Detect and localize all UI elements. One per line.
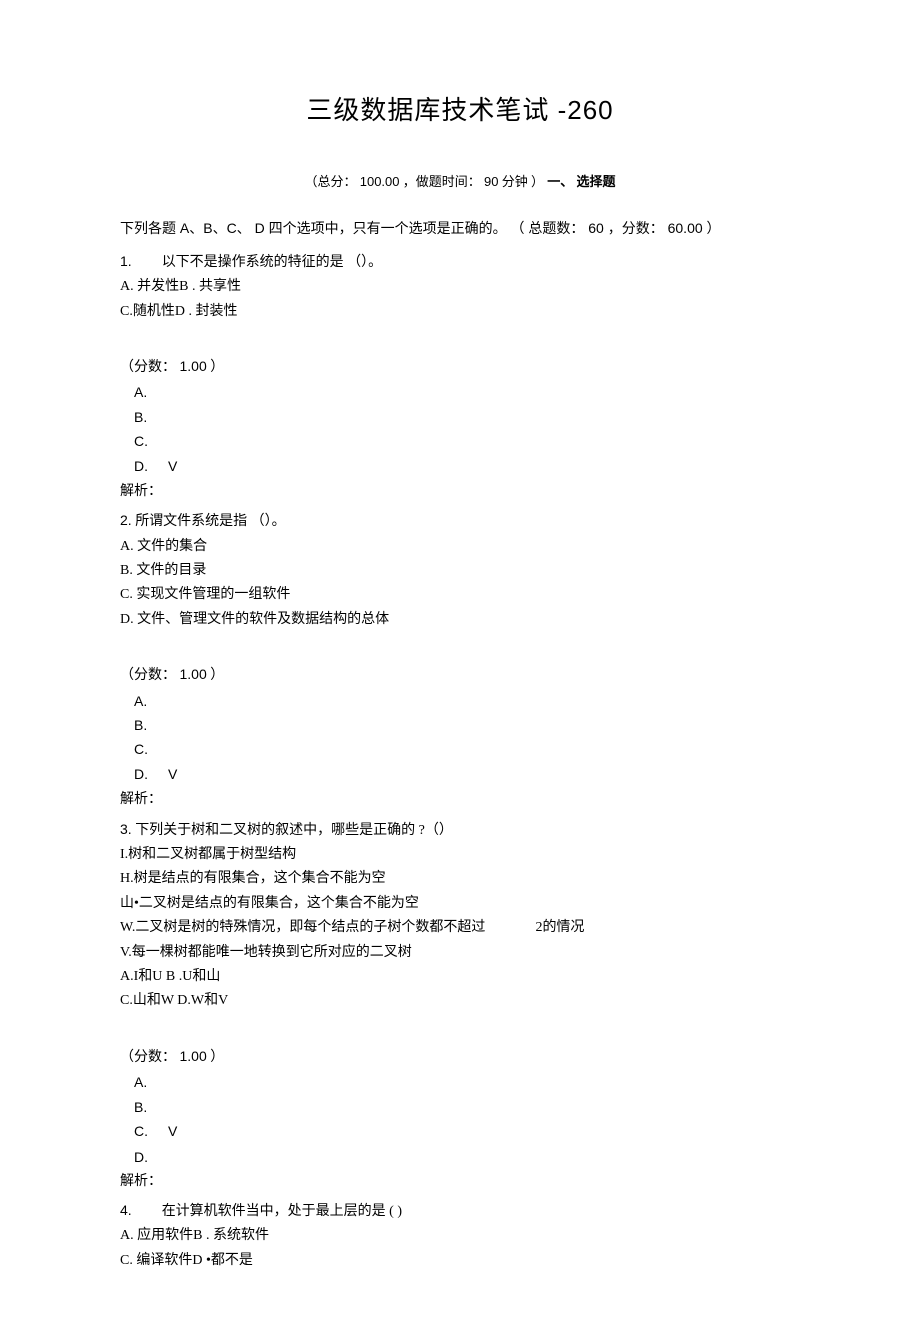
q4-opt-ab: A. 应用软件B . 系统软件 [120,1225,800,1247]
instruction-count: 60 [588,220,604,236]
score-label: （分数： [120,668,176,683]
q2-opt-d: D. 文件、管理文件的软件及数据结构的总体 [120,609,800,631]
score-value: 1.00 [180,358,207,374]
q4-num: 4. [120,1202,132,1218]
score-close: ） [210,360,224,375]
q2-ans-a: A. [120,690,800,712]
q3-stem: 下列关于树和二叉树的叙述中，哪些是正确的 ?（） [135,823,453,838]
q2-ans-c: C. [120,738,800,760]
q3-analysis: 解析： [120,1171,800,1193]
instruction-close: ） [707,220,721,236]
title-suffix: -260 [558,95,614,125]
q1-stem: 以下不是操作系统的特征的是 （）。 [162,255,383,270]
q3-s5: V.每一棵树都能唯一地转换到它所对应的二叉树 [120,942,800,964]
q2-opt-c: C. 实现文件管理的一组软件 [120,584,800,606]
exam-meta: （总分： 100.00 ，做题时间： 90 分钟 ） 一、 选择题 [120,172,800,193]
instruction-count-label: （ 总题数： [510,220,584,236]
q3-ans-a: A. [120,1071,800,1093]
q1-check: V [168,458,177,474]
q2-num: 2. [120,512,132,528]
meta-mid2: 分钟 ） [502,174,544,189]
q1-num: 1. [120,253,132,269]
q1-ans-c: C. [120,430,800,452]
meta-mid1: ，做题时间： [403,174,481,189]
meta-total: 100.00 [360,174,400,189]
q1-analysis: 解析： [120,481,800,503]
score-value: 1.00 [180,666,207,682]
section-instruction: 下列各题 A、B、C、 D 四个选项中，只有一个选项是正确的。 （ 总题数： 6… [120,217,800,239]
q3-num: 3. [120,821,132,837]
q3-s3: 山•二叉树是结点的有限集合，这个集合不能为空 [120,893,800,915]
question-3: 3. 下列关于树和二叉树的叙述中，哪些是正确的 ?（） I.树和二叉树都属于树型… [120,818,800,1193]
instruction-score: 60.00 [668,220,703,236]
q3-opt-cd: C.山和W D.W和V [120,990,800,1012]
q1-stem-line: 1. 以下不是操作系统的特征的是 （）。 [120,250,800,274]
score-value: 1.00 [180,1048,207,1064]
q3-s1: I.树和二叉树都属于树型结构 [120,844,800,866]
exam-page: 三级数据库技术笔试 -260 （总分： 100.00 ，做题时间： 90 分钟 … [0,0,920,1338]
q1-score: （分数： 1.00 ） [120,355,800,379]
q4-stem-line: 4. 在计算机软件当中，处于最上层的是 ( ) [120,1199,800,1223]
opt-d: D. [134,766,148,782]
q1-ans-d: D. V [120,455,800,479]
q2-analysis: 解析： [120,789,800,811]
score-close: ） [210,1050,224,1065]
section-label: 选择题 [577,174,616,189]
opt-d: D. [134,458,148,474]
score-label: （分数： [120,1050,176,1065]
q2-opt-b: B. 文件的目录 [120,560,800,582]
question-1: 1. 以下不是操作系统的特征的是 （）。 A. 并发性B . 共享性 C.随机性D… [120,250,800,504]
question-2: 2. 所谓文件系统是指 （）。 A. 文件的集合 B. 文件的目录 C. 实现文… [120,509,800,811]
q3-ans-c: C. V [120,1120,800,1144]
page-title: 三级数据库技术笔试 -260 [120,90,800,132]
q3-s4: W.二叉树是树的特殊情况，即每个结点的子树个数都不超过 2的情况 [120,917,800,939]
q3-score: （分数： 1.00 ） [120,1045,800,1069]
q2-stem: 所谓文件系统是指 （）。 [135,514,286,529]
section-num: 一、 [547,174,573,189]
meta-prefix: （总分： [304,174,356,189]
score-label: （分数： [120,360,176,375]
instruction-score-label: ，分数： [608,220,664,236]
q4-stem: 在计算机软件当中，处于最上层的是 ( ) [162,1204,402,1219]
q1-ans-a: A. [120,381,800,403]
q3-ans-b: B. [120,1096,800,1118]
q2-ans-d: D. V [120,763,800,787]
q3-s2: H.树是结点的有限集合，这个集合不能为空 [120,868,800,890]
q2-stem-line: 2. 所谓文件系统是指 （）。 [120,509,800,533]
q3-check: V [168,1123,177,1139]
q2-opt-a: A. 文件的集合 [120,536,800,558]
q4-opt-cd: C. 编译软件D •都不是 [120,1250,800,1272]
q2-ans-b: B. [120,714,800,736]
q1-ans-b: B. [120,406,800,428]
q2-score: （分数： 1.00 ） [120,663,800,687]
question-4: 4. 在计算机软件当中，处于最上层的是 ( ) A. 应用软件B . 系统软件 C… [120,1199,800,1272]
title-main: 三级数据库技术笔试 [306,95,549,125]
q3-opt-ab: A.I和U B .U和山 [120,966,800,988]
q1-opt-cd: C.随机性D . 封装性 [120,301,800,323]
score-close: ） [210,668,224,683]
meta-time: 90 [484,174,498,189]
q2-check: V [168,766,177,782]
opt-c: C. [134,1123,148,1139]
q3-s4a: W.二叉树是树的特殊情况，即每个结点的子树个数都不超过 [120,920,485,935]
q3-ans-d: D. [120,1146,800,1168]
instruction-text: 下列各题 A、B、C、 D 四个选项中，只有一个选项是正确的。 [120,220,507,236]
q3-s4b: 2的情况 [535,920,584,935]
q1-opt-ab: A. 并发性B . 共享性 [120,276,800,298]
q3-stem-line: 3. 下列关于树和二叉树的叙述中，哪些是正确的 ?（） [120,818,800,842]
